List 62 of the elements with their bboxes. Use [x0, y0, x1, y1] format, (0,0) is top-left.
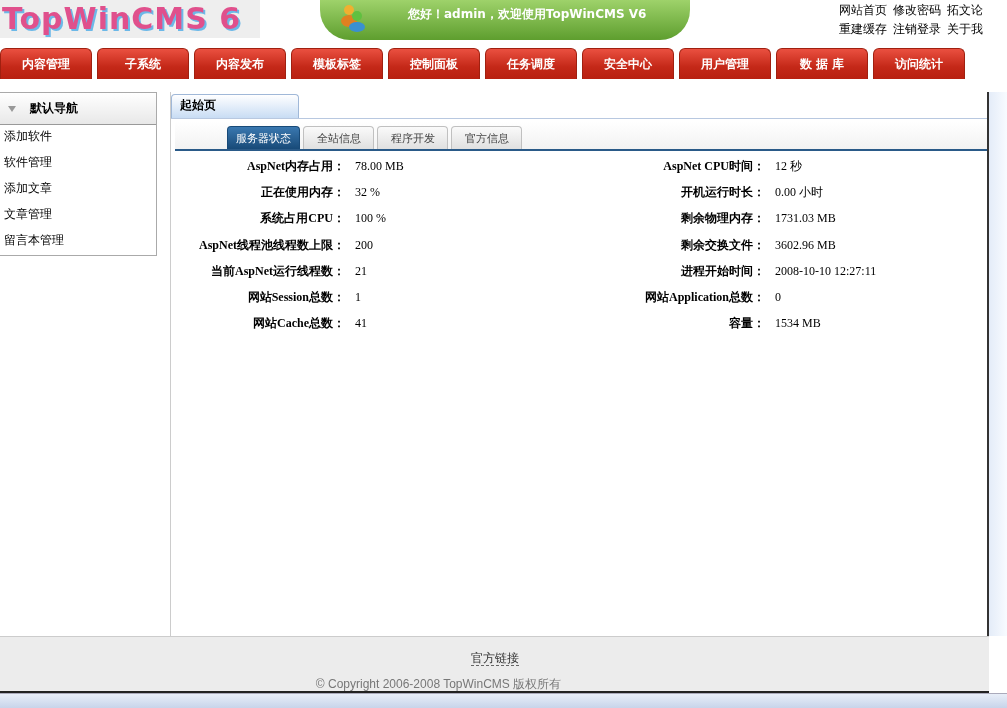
sidebar-item[interactable]: 文章管理 — [0, 203, 156, 229]
header-link[interactable]: 注销登录 — [893, 20, 941, 39]
stat-value: 41 — [354, 316, 368, 332]
stat-value: 200 — [354, 237, 374, 253]
sidebar-item[interactable]: 留言本管理 — [0, 229, 156, 255]
menu-tab[interactable]: 模板标签 — [291, 48, 383, 79]
stat-label: 开机运行时长： — [680, 183, 765, 201]
header-link[interactable]: 重建缓存 — [839, 20, 887, 39]
copyright-text: © Copyright 2006-2008 TopWinCMS 版权所有 — [315, 676, 562, 693]
stat-value: 32 % — [354, 184, 381, 200]
header-link[interactable]: 网站首页 — [839, 1, 887, 20]
stat-label: 系统占用CPU： — [259, 210, 345, 228]
menu-tab[interactable]: 内容发布 — [194, 48, 286, 79]
sidebar-item[interactable]: 添加软件 — [0, 125, 156, 151]
tab[interactable]: 程序开发 — [377, 126, 448, 149]
sidebar-item[interactable]: 添加文章 — [0, 177, 156, 203]
stat-value: 2008-10-10 12:27:11 — [774, 263, 877, 279]
stat-value: 1731.03 MB — [774, 211, 836, 227]
users-icon — [338, 2, 368, 32]
stat-value: 78.00 MB — [354, 158, 405, 174]
stat-value: 0 — [774, 290, 781, 306]
menu-tab[interactable]: 控制面板 — [388, 48, 480, 79]
stat-value: 0.00 小时 — [774, 183, 823, 201]
menu-tab[interactable]: 安全中心 — [582, 48, 674, 79]
stat-label: 进程开始时间： — [680, 262, 765, 280]
stat-label: 网站Session总数： — [246, 289, 345, 307]
tab[interactable]: 全站信息 — [303, 126, 374, 149]
stat-value: 100 % — [354, 211, 387, 227]
footer-link[interactable]: 官方链接 — [470, 651, 519, 666]
tab[interactable]: 官方信息 — [451, 126, 522, 149]
stat-value: 3602.96 MB — [774, 237, 836, 253]
stat-label: AspNet线程池线程数上限： — [198, 236, 345, 254]
stat-label: 网站Cache总数： — [252, 315, 345, 333]
stat-label: AspNet CPU时间： — [662, 157, 765, 175]
stat-value: 21 — [354, 263, 368, 279]
stat-value: 1534 MB — [774, 316, 821, 332]
stat-label: 正在使用内存： — [260, 183, 345, 201]
header-link[interactable]: 拓文论 — [947, 1, 983, 20]
sidebar-item[interactable]: 软件管理 — [0, 151, 156, 177]
menu-tab[interactable]: 子系统 — [97, 48, 189, 79]
menu-tab[interactable]: 数 据 库 — [776, 48, 868, 79]
header-link[interactable]: 关于我 — [947, 20, 983, 39]
page-tab[interactable]: 起始页 — [171, 94, 299, 118]
header-link[interactable]: 修改密码 — [893, 1, 941, 20]
tab[interactable]: 服务器状态 — [227, 126, 300, 149]
vertical-scrollbar[interactable] — [987, 92, 1007, 636]
sidebar-title: 默认导航 — [30, 100, 78, 117]
stat-label: AspNet内存占用： — [246, 157, 345, 175]
menu-tab[interactable]: 内容管理 — [0, 48, 92, 79]
stat-label: 容量： — [728, 315, 765, 333]
logo: TopWinCMS 6 — [0, 0, 260, 38]
stat-label: 剩余物理内存： — [680, 210, 765, 228]
menu-tab[interactable]: 访问统计 — [873, 48, 965, 79]
horizontal-scrollbar[interactable] — [0, 693, 1007, 708]
stat-value: 1 — [354, 290, 362, 306]
menu-tab[interactable]: 用户管理 — [679, 48, 771, 79]
greeting-text: 您好！admin，欢迎使用TopWinCMS V6 — [408, 6, 647, 23]
stat-value: 12 秒 — [774, 157, 802, 175]
stat-label: 当前AspNet运行线程数： — [210, 262, 345, 280]
stat-label: 网站Application总数： — [644, 289, 765, 307]
menu-tab[interactable]: 任务调度 — [485, 48, 577, 79]
stat-label: 剩余交换文件： — [680, 236, 765, 254]
